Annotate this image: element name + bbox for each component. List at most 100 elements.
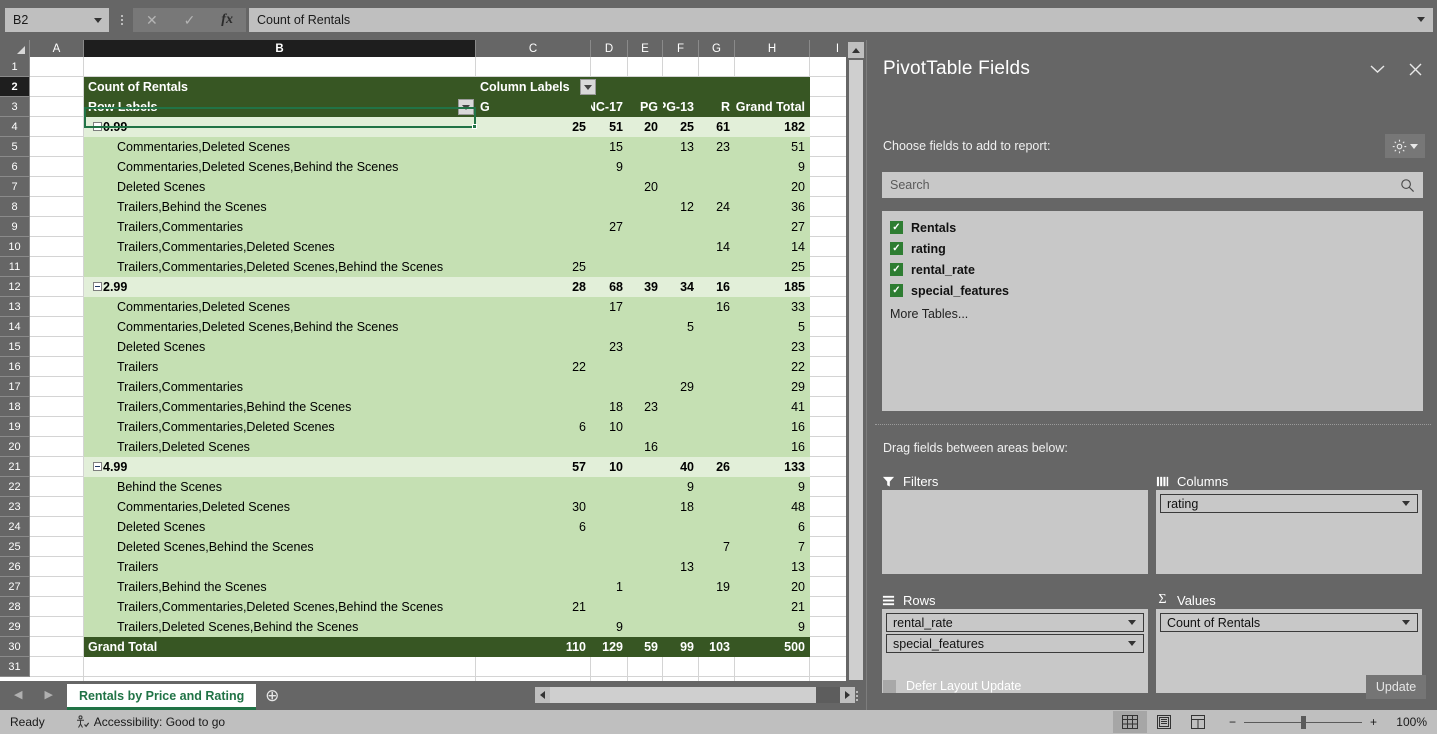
value-cell[interactable]: 10: [591, 457, 628, 477]
value-cell[interactable]: [699, 437, 735, 457]
value-cell[interactable]: [591, 537, 628, 557]
checkbox-checked-icon[interactable]: ✓: [890, 221, 903, 234]
table-row[interactable]: Commentaries,Deleted Scenes 17 16 33: [30, 297, 846, 317]
value-cell[interactable]: [663, 217, 699, 237]
row-label-cell[interactable]: Deleted Scenes: [84, 177, 476, 197]
table-row[interactable]: 2.99 28 68 39 34 16 185: [30, 277, 846, 297]
row-header-3[interactable]: 3: [0, 97, 30, 117]
checkbox-checked-icon[interactable]: ✓: [890, 263, 903, 276]
value-cell[interactable]: 21: [476, 597, 591, 617]
column-labels-header[interactable]: Column Labels: [476, 77, 810, 97]
value-cell[interactable]: [663, 257, 699, 277]
column-labels-filter-button[interactable]: [580, 79, 596, 95]
value-cell[interactable]: [591, 237, 628, 257]
value-cell[interactable]: [699, 377, 735, 397]
area-filters[interactable]: Filters: [882, 472, 1148, 574]
value-cell[interactable]: 23: [735, 337, 810, 357]
field-list[interactable]: ✓ Rentals ✓ rating ✓ rental_rate ✓ speci…: [882, 211, 1423, 411]
chevron-down-icon[interactable]: [1128, 620, 1136, 625]
value-cell[interactable]: [591, 477, 628, 497]
value-cell[interactable]: 33: [735, 297, 810, 317]
value-cell[interactable]: [628, 237, 663, 257]
value-cell[interactable]: [663, 537, 699, 557]
table-row[interactable]: Row LabelsGNC-17PGPG-13RGrand Total: [30, 97, 846, 117]
row-header-8[interactable]: 8: [0, 197, 30, 217]
value-header-3[interactable]: PG-13: [663, 97, 699, 117]
table-row[interactable]: Deleted Scenes 20 20: [30, 177, 846, 197]
horizontal-scrollbar[interactable]: [535, 686, 855, 704]
value-cell[interactable]: [476, 397, 591, 417]
field-chip-rating[interactable]: rating: [1160, 494, 1418, 513]
row-header-24[interactable]: 24: [0, 517, 30, 537]
table-row[interactable]: Commentaries,Deleted Scenes 30 18 48: [30, 497, 846, 517]
update-button[interactable]: Update: [1366, 675, 1426, 699]
collapse-group-button[interactable]: [93, 462, 102, 471]
value-cell[interactable]: 9: [591, 617, 628, 637]
row-header-9[interactable]: 9: [0, 217, 30, 237]
value-cell[interactable]: 133: [735, 457, 810, 477]
row-header-25[interactable]: 25: [0, 537, 30, 557]
value-cell[interactable]: [628, 457, 663, 477]
value-header-4[interactable]: R: [699, 97, 735, 117]
table-row[interactable]: Grand Total 110 129 59 99 103 500: [30, 637, 846, 657]
row-label-cell[interactable]: Trailers,Commentaries,Behind the Scenes: [84, 397, 476, 417]
table-row[interactable]: Deleted Scenes 6 6: [30, 517, 846, 537]
value-cell[interactable]: [663, 597, 699, 617]
value-cell[interactable]: 9: [735, 617, 810, 637]
value-cell[interactable]: 19: [699, 577, 735, 597]
row-header-13[interactable]: 13: [0, 297, 30, 317]
value-cell[interactable]: 99: [663, 637, 699, 657]
table-row[interactable]: Trailers,Commentaries 27 27: [30, 217, 846, 237]
value-header-2[interactable]: PG: [628, 97, 663, 117]
value-cell[interactable]: [628, 357, 663, 377]
chevron-down-icon[interactable]: [1402, 620, 1410, 625]
value-cell[interactable]: 25: [735, 257, 810, 277]
value-cell[interactable]: [476, 437, 591, 457]
value-cell[interactable]: [699, 357, 735, 377]
value-cell[interactable]: [628, 157, 663, 177]
value-cell[interactable]: 16: [628, 437, 663, 457]
value-cell[interactable]: [476, 337, 591, 357]
vertical-scroll-thumb[interactable]: [849, 60, 863, 680]
row-label-cell[interactable]: 2.99: [84, 277, 476, 297]
value-cell[interactable]: [476, 137, 591, 157]
value-cell[interactable]: [663, 517, 699, 537]
value-cell[interactable]: 27: [591, 217, 628, 237]
value-cell[interactable]: [628, 257, 663, 277]
value-cell[interactable]: 16: [699, 297, 735, 317]
value-cell[interactable]: [476, 537, 591, 557]
checkbox-unchecked-icon[interactable]: [883, 679, 896, 693]
value-cell[interactable]: [663, 237, 699, 257]
table-row[interactable]: Deleted Scenes,Behind the Scenes 7 7: [30, 537, 846, 557]
value-cell[interactable]: [699, 597, 735, 617]
value-cell[interactable]: [663, 437, 699, 457]
value-cell[interactable]: [476, 477, 591, 497]
row-label-cell[interactable]: Trailers,Commentaries,Deleted Scenes,Beh…: [84, 597, 476, 617]
page-layout-view-icon[interactable]: [1147, 711, 1181, 733]
value-cell[interactable]: 22: [476, 357, 591, 377]
value-cell[interactable]: 18: [663, 497, 699, 517]
row-label-cell[interactable]: Deleted Scenes: [84, 337, 476, 357]
column-header-b[interactable]: B: [84, 40, 476, 57]
zoom-slider-knob[interactable]: [1300, 715, 1306, 729]
value-cell[interactable]: [663, 417, 699, 437]
value-cell[interactable]: 9: [735, 477, 810, 497]
field-item-special-features[interactable]: ✓ special_features: [890, 280, 1423, 301]
value-cell[interactable]: [699, 497, 735, 517]
value-cell[interactable]: 500: [735, 637, 810, 657]
value-cell[interactable]: [476, 217, 591, 237]
table-row[interactable]: Trailers,Commentaries,Behind the Scenes 1…: [30, 397, 846, 417]
zoom-control[interactable]: − + 100%: [1229, 715, 1427, 729]
normal-view-icon[interactable]: [1112, 711, 1147, 733]
row-header-7[interactable]: 7: [0, 177, 30, 197]
field-item-rating[interactable]: ✓ rating: [890, 238, 1423, 259]
value-cell[interactable]: 16: [699, 277, 735, 297]
value-cell[interactable]: [663, 157, 699, 177]
value-cell[interactable]: 9: [591, 157, 628, 177]
row-label-cell[interactable]: Deleted Scenes: [84, 517, 476, 537]
value-cell[interactable]: [699, 317, 735, 337]
table-row[interactable]: Trailers,Commentaries,Deleted Scenes 6 10 1…: [30, 417, 846, 437]
value-cell[interactable]: 6: [476, 417, 591, 437]
row-label-cell[interactable]: Trailers,Commentaries,Deleted Scenes: [84, 237, 476, 257]
column-header-h[interactable]: H: [735, 40, 810, 57]
